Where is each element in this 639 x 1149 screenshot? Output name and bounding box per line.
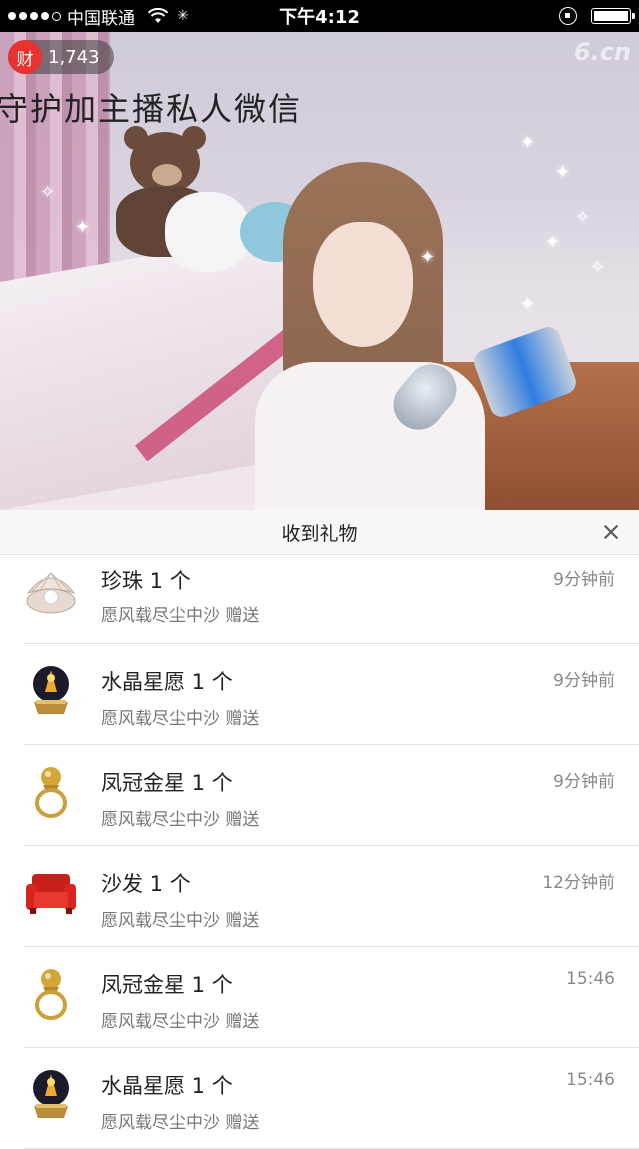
wealth-count: 1,743 bbox=[48, 46, 100, 68]
gold-ring-icon bbox=[35, 767, 67, 818]
stream-overlay-text: 守护加主播私人微信 bbox=[0, 90, 303, 128]
gift-time: 15:46 bbox=[566, 969, 615, 989]
gift-time: 12分钟前 bbox=[542, 873, 615, 893]
sparkle-icon: ✧ bbox=[575, 207, 591, 228]
sparkle-icon: ✧ bbox=[590, 257, 606, 278]
sparkle-icon: ✦ bbox=[545, 232, 561, 253]
gift-panel-header: 收到礼物 bbox=[0, 510, 639, 555]
list-item[interactable]: 水晶星愿 1 个 愿风载尽尘中沙 赠送 9分钟前 bbox=[24, 644, 639, 745]
gift-time: 9分钟前 bbox=[553, 570, 615, 590]
gift-time: 9分钟前 bbox=[553, 772, 615, 792]
gift-sender: 愿风载尽尘中沙 赠送 bbox=[101, 1012, 260, 1032]
rotation-lock-icon bbox=[559, 7, 577, 25]
status-bar: 中国联通 ✳ 下午4:12 bbox=[0, 0, 639, 32]
crystal-ball-icon bbox=[33, 666, 69, 714]
gold-ring-icon bbox=[35, 969, 67, 1020]
list-item[interactable]: 珍珠 1 个 愿风载尽尘中沙 赠送 9分钟前 bbox=[24, 555, 639, 644]
list-item[interactable]: 凤冠金星 1 个 愿风载尽尘中沙 赠送 15:46 bbox=[24, 947, 639, 1048]
sparkle-icon: ✦ bbox=[420, 247, 436, 268]
sparkle-icon: ✧ bbox=[40, 182, 56, 203]
carrier-name: 中国联通 bbox=[67, 8, 135, 29]
gift-panel: 收到礼物 珍珠 1 个 愿风载尽尘中沙 赠送 9分钟前 水晶星愿 1 个 愿风载… bbox=[0, 510, 639, 1149]
site-logo: 6.cn bbox=[573, 38, 631, 66]
crystal-ball-icon bbox=[33, 1070, 69, 1118]
activity-spinner-icon: ✳ bbox=[177, 8, 189, 24]
sparkle-icon: ✦ bbox=[520, 132, 536, 153]
streamer bbox=[255, 162, 485, 510]
gift-list[interactable]: 珍珠 1 个 愿风载尽尘中沙 赠送 9分钟前 水晶星愿 1 个 愿风载尽尘中沙 … bbox=[0, 555, 639, 1149]
gift-name: 凤冠金星 1 个 bbox=[101, 973, 233, 997]
signal-strength-icon bbox=[8, 11, 61, 21]
wealth-icon: 财 bbox=[8, 40, 42, 74]
sparkle-icon: ✦ bbox=[520, 294, 536, 315]
gift-sender: 愿风载尽尘中沙 赠送 bbox=[101, 709, 260, 729]
wifi-icon bbox=[147, 8, 169, 23]
gift-name: 水晶星愿 1 个 bbox=[101, 1074, 233, 1098]
battery-icon bbox=[591, 8, 635, 24]
gift-name: 珍珠 1 个 bbox=[101, 569, 191, 593]
sofa-icon bbox=[26, 874, 76, 914]
gift-time: 15:46 bbox=[566, 1070, 615, 1090]
gift-sender: 愿风载尽尘中沙 赠送 bbox=[101, 1113, 260, 1133]
pearl-icon bbox=[26, 572, 76, 614]
list-item[interactable]: 沙发 1 个 愿风载尽尘中沙 赠送 12分钟前 bbox=[24, 846, 639, 947]
panel-title: 收到礼物 bbox=[281, 522, 358, 545]
white-plush-toy bbox=[165, 192, 250, 272]
gift-time: 9分钟前 bbox=[553, 671, 615, 691]
sparkle-icon: ✦ bbox=[555, 162, 571, 183]
live-video[interactable]: ✦ ✦ ✧ ✦ ✧ ✦ ✦ ✧ ✦ 守护加主播私人微信 财 1,743 6.cn bbox=[0, 32, 639, 510]
gift-name: 凤冠金星 1 个 bbox=[101, 771, 233, 795]
sparkle-icon: ✦ bbox=[75, 217, 91, 238]
gift-sender: 愿风载尽尘中沙 赠送 bbox=[101, 810, 260, 830]
close-button[interactable] bbox=[597, 518, 625, 546]
gift-sender: 愿风载尽尘中沙 赠送 bbox=[101, 911, 260, 931]
wealth-badge[interactable]: 财 1,743 bbox=[8, 40, 114, 74]
gift-sender: 愿风载尽尘中沙 赠送 bbox=[101, 606, 260, 626]
gift-name: 水晶星愿 1 个 bbox=[101, 670, 233, 694]
gift-name: 沙发 1 个 bbox=[101, 872, 191, 896]
list-item[interactable]: 凤冠金星 1 个 愿风载尽尘中沙 赠送 9分钟前 bbox=[24, 745, 639, 846]
